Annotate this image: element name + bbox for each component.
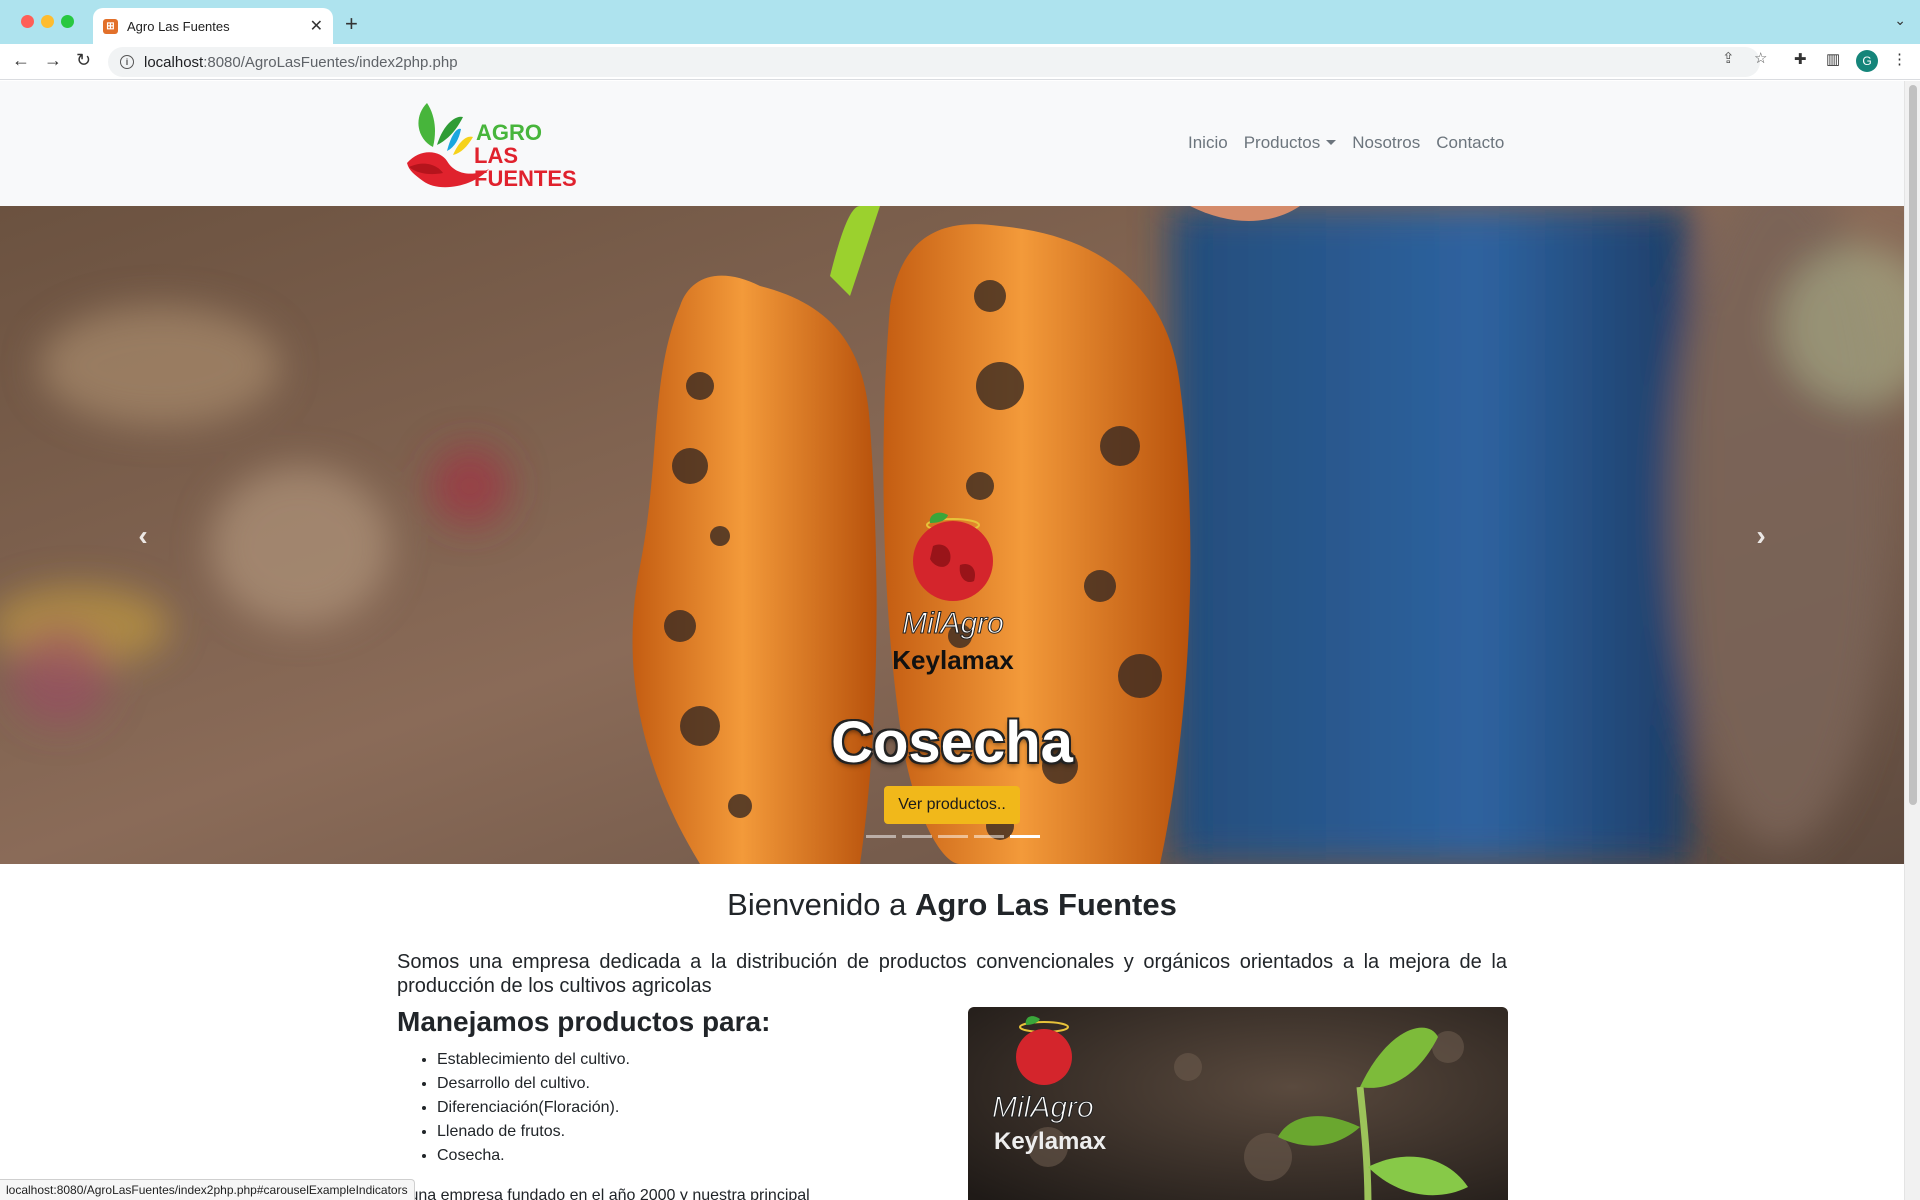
back-icon[interactable]: ←: [12, 50, 30, 71]
link-status-bar: localhost:8080/AgroLasFuentes/index2php.…: [0, 1179, 415, 1200]
list-item: Cosecha.: [437, 1144, 630, 1168]
chevron-left-icon: ‹: [138, 520, 148, 551]
logo-keylamax-text: Keylamax: [892, 645, 1014, 675]
company-description: Somos una empresa dedicada a la distribu…: [397, 951, 1507, 997]
products-list: Establecimiento del cultivo. Desarrollo …: [437, 1048, 630, 1168]
reload-icon[interactable]: ↻: [76, 50, 91, 71]
brand-line-2: LAS FUENTES: [474, 143, 577, 191]
nav-productos-dropdown[interactable]: Productos: [1244, 133, 1337, 153]
logo-milagro-text: MilAgro: [902, 607, 1005, 641]
ver-productos-button[interactable]: Ver productos..: [884, 786, 1020, 824]
welcome-company-name: Agro Las Fuentes: [915, 887, 1177, 922]
url-path: :8080/AgroLasFuentes/index2php.php: [203, 53, 458, 71]
scrollbar-thumb[interactable]: [1909, 85, 1917, 805]
carousel-next-button[interactable]: ›: [1731, 506, 1791, 566]
page-scrollbar[interactable]: [1904, 81, 1920, 1200]
side-panel-icon[interactable]: ▥: [1826, 50, 1840, 68]
nav-inicio[interactable]: Inicio: [1188, 133, 1228, 153]
list-item: Llenado de frutos.: [437, 1120, 630, 1144]
favicon-icon: ⊞: [103, 18, 118, 34]
browser-toolbar: ← → ↻ i localhost:8080/AgroLasFuentes/in…: [0, 44, 1920, 80]
welcome-heading: Bienvenido a Agro Las Fuentes: [0, 887, 1904, 923]
seedling-image: MilAgro Keylamax: [968, 1007, 1508, 1200]
new-tab-icon[interactable]: +: [345, 11, 358, 37]
about-paragraph: s una empresa fundado en el año 2000 y n…: [397, 1187, 810, 1200]
carousel-indicator-3[interactable]: [938, 835, 968, 838]
carousel-prev-button[interactable]: ‹: [113, 506, 173, 566]
brand-logo[interactable]: AGRO LAS FUENTES: [403, 95, 593, 195]
main-menu: Inicio Productos Nosotros Contacto: [1188, 133, 1504, 153]
hero-carousel: ‹ › MilAgro Keylamax Cosecha Ver product…: [0, 206, 1904, 864]
profile-avatar[interactable]: G: [1856, 50, 1878, 72]
carousel-indicator-5[interactable]: [1010, 835, 1040, 838]
products-heading: Manejamos productos para:: [397, 1006, 771, 1037]
nav-productos-label: Productos: [1243, 133, 1321, 152]
nav-nosotros[interactable]: Nosotros: [1352, 133, 1420, 153]
carousel-indicator-2[interactable]: [902, 835, 932, 838]
site-info-icon[interactable]: i: [120, 55, 134, 69]
extensions-icon[interactable]: ✚: [1794, 50, 1807, 68]
carousel-caption-title: Cosecha: [831, 710, 1073, 775]
close-tab-icon[interactable]: ✕: [310, 16, 323, 36]
chevron-right-icon: ›: [1756, 520, 1766, 551]
carousel-indicator-1[interactable]: [866, 835, 896, 838]
brand-line-1: AGRO: [476, 120, 542, 145]
maximize-window-button[interactable]: [61, 15, 74, 28]
share-icon[interactable]: ⇪: [1722, 49, 1735, 67]
close-window-button[interactable]: [21, 15, 34, 28]
browser-tab-bar: ⊞ Agro Las Fuentes ✕ + ⌄: [0, 0, 1920, 44]
caret-down-icon: [1326, 140, 1337, 145]
url-host: localhost: [144, 53, 204, 71]
list-item: Desarrollo del cultivo.: [437, 1072, 630, 1096]
site-navbar: AGRO LAS FUENTES Inicio Productos Nosotr…: [0, 81, 1904, 206]
image-logo-milagro: MilAgro: [992, 1091, 1094, 1124]
nav-contacto[interactable]: Contacto: [1436, 133, 1504, 153]
address-bar[interactable]: i localhost:8080/AgroLasFuentes/index2ph…: [108, 47, 1760, 77]
milagro-keylamax-logo: MilAgro Keylamax: [878, 511, 1028, 691]
browser-menu-icon[interactable]: ⋮: [1892, 50, 1907, 68]
welcome-prefix: Bienvenido a: [727, 887, 916, 922]
carousel-indicators: [866, 835, 1040, 838]
minimize-window-button[interactable]: [41, 15, 54, 28]
browser-tab[interactable]: ⊞ Agro Las Fuentes ✕: [93, 8, 333, 44]
bookmark-star-icon[interactable]: ☆: [1754, 49, 1767, 67]
web-page: AGRO LAS FUENTES Inicio Productos Nosotr…: [0, 81, 1904, 1200]
tab-title: Agro Las Fuentes: [127, 18, 230, 34]
seedling-photo: MilAgro Keylamax: [968, 1007, 1508, 1200]
list-item: Diferenciación(Floración).: [437, 1096, 630, 1120]
brand-wordmark: AGRO LAS FUENTES: [474, 120, 593, 191]
carousel-indicator-4[interactable]: [974, 835, 1004, 838]
tab-search-chevron-icon[interactable]: ⌄: [1894, 12, 1906, 29]
list-item: Establecimiento del cultivo.: [437, 1048, 630, 1072]
image-logo-keylamax: Keylamax: [994, 1128, 1107, 1155]
forward-icon[interactable]: →: [44, 50, 62, 71]
address-url[interactable]: localhost:8080/AgroLasFuentes/index2php.…: [144, 54, 458, 71]
